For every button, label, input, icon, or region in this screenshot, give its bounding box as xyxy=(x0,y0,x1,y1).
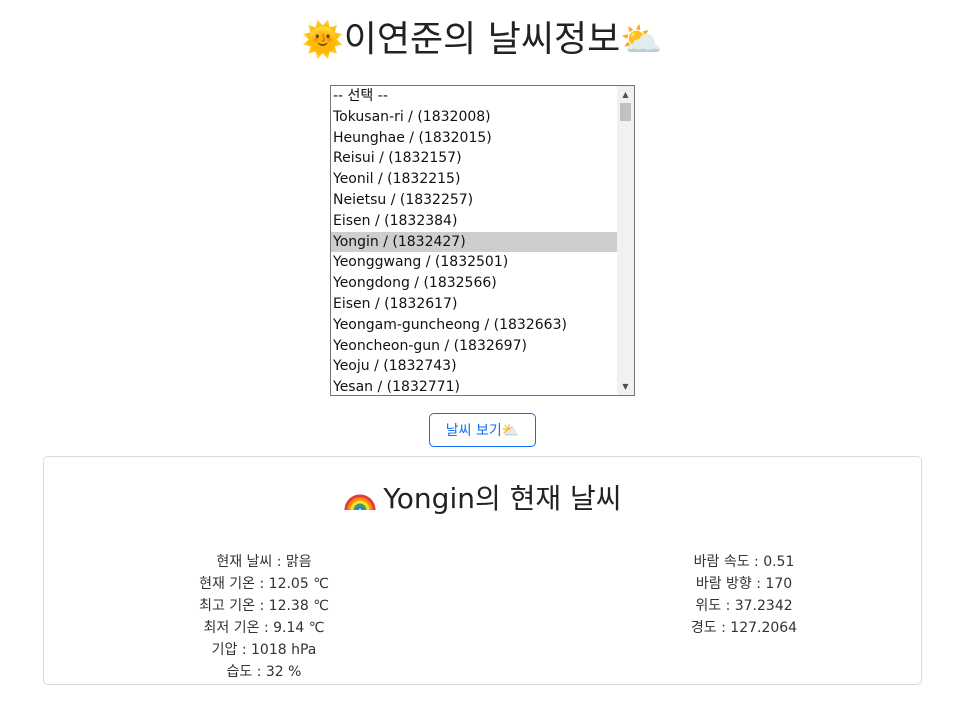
scroll-thumb[interactable] xyxy=(620,103,631,121)
weather-card-title-text: Yongin의 현재 날씨 xyxy=(383,482,622,515)
city-option[interactable]: Reisui / (1832157) xyxy=(331,148,617,169)
min-temp-text: 최저 기온 : 9.14 ℃ xyxy=(203,620,325,636)
city-option[interactable]: -- 선택 -- xyxy=(331,86,617,107)
longitude-text: 경도 : 127.2064 xyxy=(690,620,798,636)
city-option[interactable]: Yeoncheon-gun / (1832697) xyxy=(331,336,617,357)
current-weather-text: 현재 날씨 : 맑음 xyxy=(216,554,312,570)
pressure-text: 기압 : 1018 hPa xyxy=(211,642,317,658)
sun-behind-cloud-icon: ⛅ xyxy=(501,423,520,439)
city-option[interactable]: Yeonil / (1832215) xyxy=(331,169,617,190)
view-weather-button[interactable]: 날씨 보기⛅ xyxy=(429,413,536,447)
scroll-up-arrow-icon[interactable]: ▲ xyxy=(617,86,634,103)
scroll-down-arrow-icon[interactable]: ▼ xyxy=(617,378,634,395)
city-option[interactable]: Yeongdong / (1832566) xyxy=(331,273,617,294)
city-option[interactable]: Neietsu / (1832257) xyxy=(331,190,617,211)
page-title-text: 이연준의 날씨정보 xyxy=(343,19,621,60)
wind-speed-text: 바람 속도 : 0.51 xyxy=(693,554,795,570)
latitude-text: 위도 : 37.2342 xyxy=(695,598,793,614)
city-option[interactable]: Tokusan-ri / (1832008) xyxy=(331,107,617,128)
city-option[interactable]: Yesan / (1832771) xyxy=(331,377,617,395)
humidity-text: 습도 : 32 % xyxy=(226,664,302,680)
listbox-scrollbar[interactable]: ▲ ▼ xyxy=(617,86,634,395)
max-temp-text: 최고 기온 : 12.38 ℃ xyxy=(199,598,329,614)
wind-direction-text: 바람 방향 : 170 xyxy=(695,576,793,592)
weather-card: Yongin의 현재 날씨 현재 날씨 : 맑음 현재 기온 : 12.05 ℃… xyxy=(43,456,922,685)
sun-with-face-icon: 🌞 xyxy=(301,20,344,60)
city-option[interactable]: Yeoju / (1832743) xyxy=(331,356,617,377)
city-option[interactable]: Heunghae / (1832015) xyxy=(331,128,617,149)
rainbow-icon xyxy=(344,494,376,510)
city-option[interactable]: Yeongam-guncheong / (1832663) xyxy=(331,315,617,336)
city-option[interactable]: Eisen / (1832384) xyxy=(331,211,617,232)
city-options: -- 선택 -- Tokusan-ri / (1832008) Heunghae /… xyxy=(331,86,617,395)
weather-details-left: 현재 날씨 : 맑음 현재 기온 : 12.05 ℃ 최고 기온 : 12.38… xyxy=(174,551,354,683)
page-title: 🌞이연준의 날씨정보⛅ xyxy=(0,14,964,66)
current-temp-text: 현재 기온 : 12.05 ℃ xyxy=(199,576,329,592)
city-option[interactable]: Eisen / (1832617) xyxy=(331,294,617,315)
city-option[interactable]: Yeonggwang / (1832501) xyxy=(331,252,617,273)
weather-card-title: Yongin의 현재 날씨 xyxy=(44,479,921,519)
city-option[interactable]: Yongin / (1832427) xyxy=(331,231,617,253)
sun-behind-cloud-icon: ⛅ xyxy=(620,20,663,60)
city-select-listbox[interactable]: -- 선택 -- Tokusan-ri / (1832008) Heunghae /… xyxy=(330,85,635,396)
weather-details-right: 바람 속도 : 0.51 바람 방향 : 170 위도 : 37.2342 경도… xyxy=(614,551,874,639)
view-weather-button-label: 날씨 보기 xyxy=(445,423,502,439)
